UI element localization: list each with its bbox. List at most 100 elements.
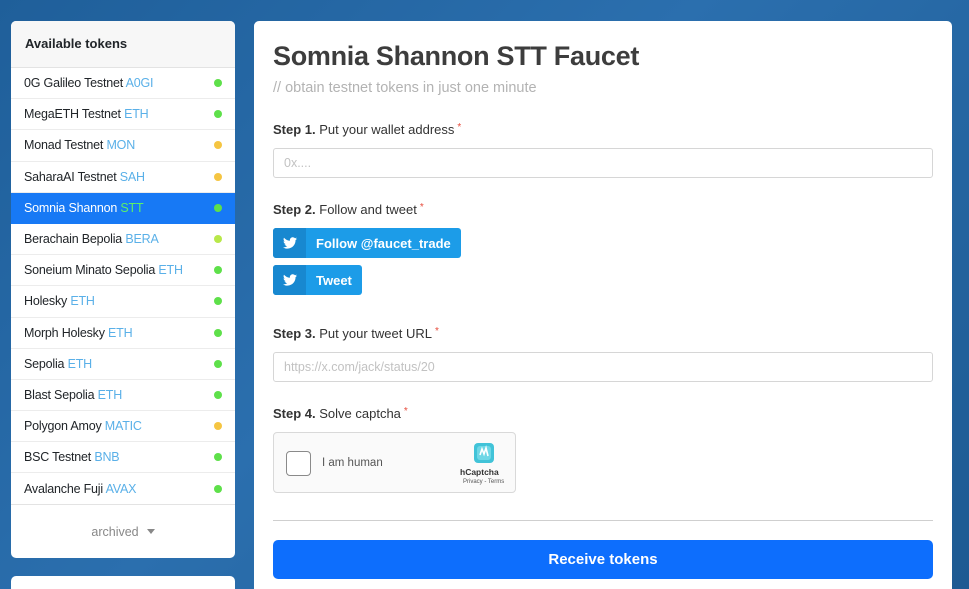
step4-label: Step 4. Solve captcha * xyxy=(273,406,408,421)
sidebar-item-token[interactable]: Blast Sepolia ETH xyxy=(11,380,235,412)
token-name: SaharaAI Testnet xyxy=(24,169,117,184)
token-symbol: A0GI xyxy=(125,76,154,91)
token-label: Morph Holesky ETH xyxy=(24,325,133,340)
token-symbol: ETH xyxy=(70,294,95,309)
status-dot-icon xyxy=(214,453,222,462)
faucet-panel: Somnia Shannon STT Faucet // obtain test… xyxy=(254,21,952,589)
sidebar-item-token[interactable]: SaharaAI Testnet SAH xyxy=(11,162,235,193)
sidebar-item-token[interactable]: BSC Testnet BNB xyxy=(11,442,235,474)
token-name: Sepolia xyxy=(24,356,65,371)
token-name: BSC Testnet xyxy=(24,450,92,465)
token-label: BSC Testnet BNB xyxy=(24,450,120,465)
sidebar-item-token[interactable]: Somnia Shannon STT xyxy=(11,192,235,224)
status-dot-icon xyxy=(214,266,222,275)
token-name: MegaETH Testnet xyxy=(24,107,121,122)
token-symbol: MATIC xyxy=(104,419,142,434)
required-marker: * xyxy=(419,202,424,213)
token-label: Polygon Amoy MATIC xyxy=(24,419,142,433)
token-symbol: ETH xyxy=(97,387,123,402)
token-name: Polygon Amoy xyxy=(24,419,102,434)
sidebar-item-token[interactable]: Berachain Bepolia BERA xyxy=(11,224,235,256)
captcha-checkbox[interactable] xyxy=(286,451,311,476)
token-label: Blast Sepolia ETH xyxy=(24,388,122,402)
token-symbol: ETH xyxy=(108,325,133,340)
sidebar-item-token[interactable]: Avalanche Fuji AVAX xyxy=(11,473,235,505)
token-label: Holesky ETH xyxy=(24,294,95,308)
tweet-button-label: Tweet xyxy=(316,272,352,288)
step3-number: Step 3. xyxy=(273,326,316,341)
status-dot-icon xyxy=(214,79,222,88)
sidebar-item-token[interactable]: Holesky ETH xyxy=(11,286,235,318)
step1-label: Step 1. Put your wallet address * xyxy=(273,122,461,137)
captcha-links[interactable]: Privacy - Terms xyxy=(463,479,504,485)
token-label: MegaETH Testnet ETH xyxy=(24,107,149,121)
status-dot-icon xyxy=(214,422,222,431)
receive-tokens-button[interactable]: Receive tokens xyxy=(273,540,933,579)
archived-toggle[interactable]: archived xyxy=(11,504,235,558)
archived-label: archived xyxy=(91,524,139,539)
page-subtitle: // obtain testnet tokens in just one min… xyxy=(273,80,537,96)
sidebar-item-token[interactable]: Monad Testnet MON xyxy=(11,130,235,162)
token-symbol: STT xyxy=(120,200,144,215)
hcaptcha-logo xyxy=(474,443,494,463)
status-dot-icon xyxy=(214,484,222,493)
required-marker: * xyxy=(457,122,462,133)
status-dot-icon xyxy=(214,141,222,150)
token-symbol: ETH xyxy=(158,263,183,278)
status-dot-icon xyxy=(214,172,222,181)
tweet-button[interactable]: Tweet xyxy=(273,265,362,295)
twitter-icon xyxy=(273,228,306,258)
captcha-widget: I am human hCaptcha Privacy - Terms xyxy=(273,432,516,493)
token-sidebar: Available tokens 0G Galileo Testnet A0GI… xyxy=(11,21,235,558)
sidebar-item-token[interactable]: 0G Galileo Testnet A0GI xyxy=(11,68,235,100)
sidebar-item-token[interactable]: MegaETH Testnet ETH xyxy=(11,99,235,131)
token-symbol: BERA xyxy=(125,232,159,247)
step2-number: Step 2. xyxy=(273,202,316,217)
twitter-icon xyxy=(273,265,306,295)
required-marker: * xyxy=(434,326,439,337)
follow-button-label: Follow @faucet_trade xyxy=(316,235,451,251)
token-name: Avalanche Fuji xyxy=(24,481,103,496)
token-symbol: BNB xyxy=(94,450,120,465)
status-dot-icon xyxy=(214,203,222,212)
captcha-label: I am human xyxy=(322,457,383,469)
token-symbol: ETH xyxy=(67,356,93,371)
sidebar-item-token[interactable]: Polygon Amoy MATIC xyxy=(11,411,235,443)
sidebar-item-token[interactable]: Morph Holesky ETH xyxy=(11,318,235,349)
status-dot-icon xyxy=(214,297,222,306)
wallet-address-input[interactable] xyxy=(273,148,933,178)
sidebar-header: Available tokens xyxy=(11,21,235,68)
divider xyxy=(273,520,933,521)
step3-text: Put your tweet URL xyxy=(319,326,432,341)
status-dot-icon xyxy=(214,328,222,337)
required-marker: * xyxy=(403,406,408,417)
sidebar-item-token[interactable]: Sepolia ETH xyxy=(11,349,235,380)
status-dot-icon xyxy=(214,359,222,368)
token-symbol: ETH xyxy=(124,107,149,122)
tweet-url-input[interactable] xyxy=(273,352,933,382)
token-name: Somnia Shannon xyxy=(24,200,118,215)
step4-number: Step 4. xyxy=(273,406,316,421)
token-label: Soneium Minato Sepolia ETH xyxy=(24,263,183,277)
token-name: Monad Testnet xyxy=(24,138,104,153)
sidebar-item-token[interactable]: Soneium Minato Sepolia ETH xyxy=(11,255,235,287)
token-label: Monad Testnet MON xyxy=(24,138,135,152)
status-dot-icon xyxy=(214,110,222,119)
step2-label: Step 2. Follow and tweet * xyxy=(273,202,424,217)
token-name: Berachain Bepolia xyxy=(24,232,123,247)
token-label: 0G Galileo Testnet A0GI xyxy=(24,76,153,90)
token-label: Avalanche Fuji AVAX xyxy=(24,482,136,496)
step2-text: Follow and tweet xyxy=(319,202,417,217)
token-list: 0G Galileo Testnet A0GI MegaETH Testnet E… xyxy=(11,68,235,505)
token-symbol: SAH xyxy=(119,169,145,184)
token-symbol: MON xyxy=(106,138,136,153)
token-name: Holesky xyxy=(24,294,68,309)
token-name: Morph Holesky xyxy=(24,325,105,340)
status-dot-icon xyxy=(214,235,222,244)
token-label: Somnia Shannon STT xyxy=(24,200,144,215)
follow-button[interactable]: Follow @faucet_trade xyxy=(273,228,461,258)
token-label: Sepolia ETH xyxy=(24,357,92,371)
token-name: 0G Galileo Testnet xyxy=(24,76,124,91)
token-name: Soneium Minato Sepolia xyxy=(24,263,156,278)
step3-label: Step 3. Put your tweet URL * xyxy=(273,326,439,341)
